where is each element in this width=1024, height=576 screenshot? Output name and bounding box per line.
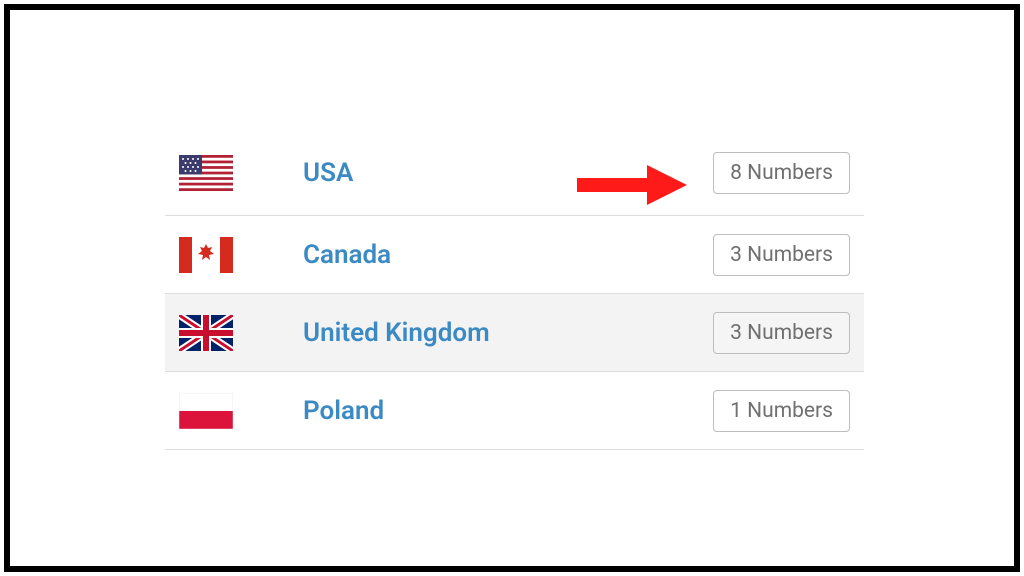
country-link-canada[interactable]: Canada [303,240,713,270]
flag-uk-icon [179,315,233,351]
list-item[interactable]: Canada 3 Numbers [165,216,864,294]
country-link-uk[interactable]: United Kingdom [303,318,713,348]
numbers-button-usa[interactable]: 8 Numbers [713,152,850,194]
country-link-poland[interactable]: Poland [303,396,713,426]
flag-usa-icon [179,155,233,191]
numbers-button-poland[interactable]: 1 Numbers [713,390,850,432]
flag-canada-icon [179,237,233,273]
country-list: USA 8 Numbers Canada 3 Numbers [165,130,864,450]
frame: USA 8 Numbers Canada 3 Numbers [4,4,1020,572]
list-item[interactable]: Poland 1 Numbers [165,372,864,450]
list-item[interactable]: USA 8 Numbers [165,130,864,216]
country-link-usa[interactable]: USA [303,158,713,188]
numbers-button-uk[interactable]: 3 Numbers [713,312,850,354]
numbers-button-canada[interactable]: 3 Numbers [713,234,850,276]
list-item[interactable]: United Kingdom 3 Numbers [165,294,864,372]
flag-poland-icon [179,393,233,429]
